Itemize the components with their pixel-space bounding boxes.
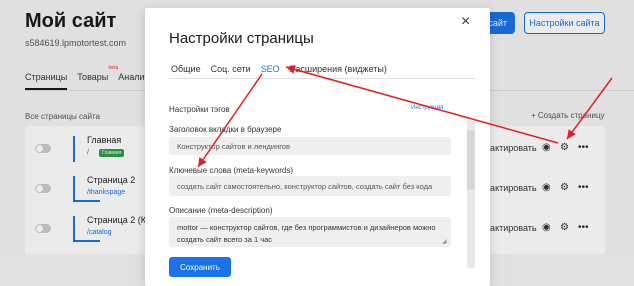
page-settings-modal: Настройки страницы × Общие Соц. сети SEO…: [145, 8, 490, 286]
tab-general[interactable]: Общие: [171, 64, 201, 79]
keywords-label: Ключевые слова (meta-keywords): [169, 166, 294, 175]
tags-heading: Настройки тэгов: [169, 105, 230, 114]
modal-tabs-divider: [169, 78, 476, 79]
close-icon[interactable]: ×: [461, 14, 470, 30]
tab-seo[interactable]: SEO: [260, 64, 280, 79]
keywords-input[interactable]: создать сайт самостоятельно, конструктор…: [169, 176, 451, 196]
tab-social[interactable]: Соц. сети: [211, 64, 251, 79]
modal-scrollbar[interactable]: [467, 120, 475, 268]
tab-title-input[interactable]: Конструктор сайтов и лендингов: [169, 137, 451, 155]
save-button[interactable]: Сохранить: [169, 257, 231, 277]
modal-tabs: Общие Соц. сети SEO Расширения (виджеты): [171, 64, 387, 79]
scrollbar-thumb[interactable]: [467, 130, 475, 190]
modal-title: Настройки страницы: [169, 30, 314, 47]
instructions-link[interactable]: Инструкция: [411, 105, 443, 111]
tab-extensions[interactable]: Расширения (виджеты): [290, 64, 387, 79]
description-textarea[interactable]: mottor — конструктор сайтов, где без про…: [169, 217, 451, 247]
description-label: Описание (meta-description): [169, 206, 273, 215]
tab-title-label: Заголовок вкладки в браузере: [169, 125, 282, 134]
resize-handle-icon[interactable]: ◢: [442, 238, 447, 245]
